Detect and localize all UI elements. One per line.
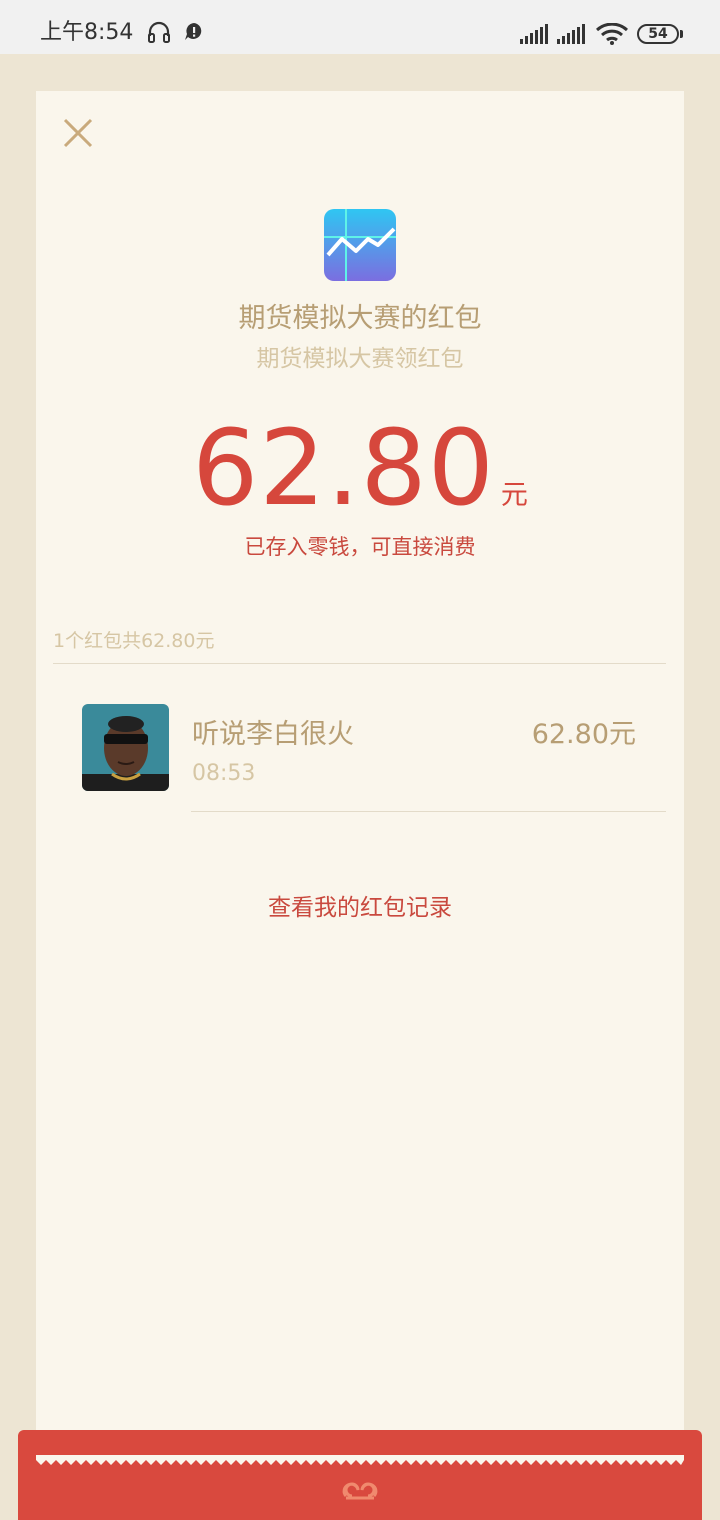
amount: 62.80 元 (36, 413, 684, 523)
stock-chart-app-icon (324, 209, 396, 281)
packet-title: 期货模拟大赛的红包 (238, 303, 482, 334)
auspicious-cloud-icon (340, 1476, 380, 1508)
signal-icon (520, 24, 550, 48)
status-time: 上午8:54 (40, 20, 134, 45)
packet-summary: 1个红包共62.80元 (53, 630, 215, 652)
battery-tip (680, 30, 683, 38)
amount-unit: 元 (500, 480, 528, 511)
view-history-link[interactable]: 查看我的红包记录 (36, 888, 684, 922)
battery-icon: 54 (637, 24, 679, 44)
receive-time: 08:53 (192, 761, 256, 786)
amount-value: 62.80 (192, 407, 495, 529)
wifi-icon (595, 22, 629, 49)
status-bar: 上午8:54 54 (0, 0, 720, 54)
divider (53, 663, 666, 664)
receiver-row[interactable]: 听说李白很火 08:53 62.80元 (82, 704, 666, 814)
alert-icon (184, 22, 204, 46)
headset-icon (147, 20, 171, 48)
signal-icon (557, 24, 587, 48)
red-packet-detail-card: 期货模拟大赛的红包 期货模拟大赛领红包 62.80 元 已存入零钱，可直接消费 1… (36, 91, 684, 1470)
close-button[interactable] (58, 113, 98, 153)
divider (191, 811, 666, 812)
packet-subtitle: 期货模拟大赛领红包 (256, 346, 464, 372)
close-icon (63, 118, 93, 148)
zigzag-edge (36, 1455, 684, 1465)
deposit-note: 已存入零钱，可直接消费 (244, 535, 476, 559)
receiver-name: 听说李白很火 (192, 719, 354, 750)
receiver-amount: 62.80元 (531, 719, 636, 750)
user-avatar[interactable] (82, 704, 169, 791)
